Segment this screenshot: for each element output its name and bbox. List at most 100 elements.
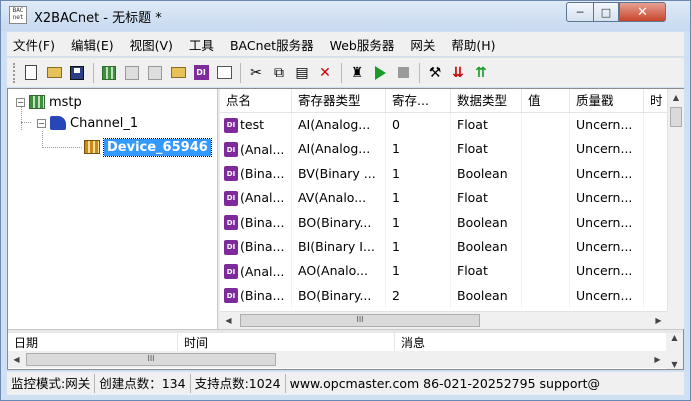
- delete-icon[interactable]: ✕: [314, 62, 336, 84]
- point-name-text: (Anal...: [240, 190, 285, 206]
- cell-value: [522, 210, 570, 235]
- toolbar-separator: [341, 62, 342, 83]
- column-header[interactable]: 寄存...: [386, 89, 451, 113]
- cell-register: 2: [386, 283, 451, 309]
- minimize-button[interactable]: ─: [566, 2, 593, 22]
- tools-icon[interactable]: ⚒: [424, 62, 446, 84]
- scroll-thumb[interactable]: III: [240, 314, 480, 327]
- table-row[interactable]: DI test AI(Analog... 0 Float Uncern...: [220, 113, 644, 138]
- table-row[interactable]: DI (Anal... AI(Analog... 1 Float Uncern...: [220, 137, 644, 162]
- stop-icon[interactable]: [392, 62, 414, 84]
- cell-point-name: DI (Anal...: [220, 137, 292, 162]
- device-icon: [84, 140, 100, 154]
- toolbar-grip[interactable]: [13, 62, 16, 83]
- device-tree[interactable]: − mstp − Channel_1 Device_65946: [8, 89, 217, 329]
- menu-view[interactable]: 视图(V): [122, 35, 181, 54]
- menu-bacnet-server[interactable]: BACnet服务器: [222, 35, 322, 54]
- monitor-icon[interactable]: ♜: [346, 62, 368, 84]
- menu-tools[interactable]: 工具: [181, 35, 222, 54]
- cell-register-type: BO(Binary...: [292, 283, 386, 309]
- window-title: X2BACnet - 无标题 *: [34, 11, 162, 26]
- collapse-icon[interactable]: −: [37, 118, 46, 128]
- tree-node-channel[interactable]: − Channel_1: [37, 113, 138, 133]
- log-pane[interactable]: 日期 时间 消息 ◀ III ▶ ▲ ▼: [8, 333, 683, 369]
- column-header[interactable]: 点名: [220, 89, 292, 113]
- scroll-right-icon[interactable]: ▶: [650, 312, 667, 329]
- menu-file[interactable]: 文件(F): [7, 35, 63, 54]
- cell-register: 1: [386, 259, 451, 284]
- cell-point-name: DI (Bina...: [220, 283, 292, 309]
- point-name-text: (Bina...: [240, 239, 285, 255]
- cell-register-type: AI(Analog...: [292, 137, 386, 162]
- point-name-text: (Bina...: [240, 214, 285, 230]
- cell-register-type: BI(Binary I...: [292, 234, 386, 260]
- toolbar-separator: [419, 62, 420, 83]
- point-name-text: test: [240, 117, 265, 133]
- tree-node-mstp[interactable]: − mstp: [16, 92, 82, 112]
- horizontal-scrollbar[interactable]: ◀ III ▶: [220, 311, 667, 329]
- column-header[interactable]: 质量戳: [570, 89, 644, 113]
- point-name-text: (Anal...: [240, 263, 285, 279]
- menu-gateway[interactable]: 网关: [402, 35, 443, 54]
- table-row[interactable]: DI (Anal... AV(Analo... 1 Float Uncern...: [220, 186, 644, 211]
- cell-value: [522, 161, 570, 187]
- column-header[interactable]: 寄存器类型: [292, 89, 386, 113]
- client-area: − mstp − Channel_1 Device_65946 点名 寄存器类型…: [7, 88, 684, 370]
- point-name-text: (Bina...: [240, 287, 285, 303]
- tree-node-device[interactable]: Device_65946: [84, 137, 212, 157]
- table-row[interactable]: DI (Bina... BO(Binary... 1 Boolean Uncern...: [220, 210, 644, 235]
- menu-help[interactable]: 帮助(H): [443, 35, 503, 54]
- load-icon[interactable]: ⇊: [447, 62, 469, 84]
- cell-quality: Uncern...: [570, 210, 644, 235]
- status-mode: 监控模式:网关: [7, 374, 96, 393]
- add-point-icon[interactable]: DI: [190, 62, 212, 84]
- cell-register-type: BO(Binary...: [292, 210, 386, 235]
- menu-web-server[interactable]: Web服务器: [322, 35, 403, 54]
- network-icon: [29, 95, 45, 109]
- points-list[interactable]: 点名 寄存器类型 寄存... 数据类型 值 质量戳 时 DI test AI(Ana…: [220, 89, 684, 329]
- scroll-right-icon[interactable]: ▶: [649, 351, 666, 368]
- add-group-icon[interactable]: [144, 62, 166, 84]
- cell-point-name: DI (Bina...: [220, 161, 292, 187]
- start-icon[interactable]: [369, 62, 391, 84]
- column-header[interactable]: 数据类型: [451, 89, 522, 113]
- cell-value: [522, 259, 570, 284]
- paste-icon[interactable]: ▤: [291, 62, 313, 84]
- column-header[interactable]: 时: [644, 89, 668, 113]
- status-supported-points: 支持点数:1024: [191, 374, 286, 393]
- add-tag-icon[interactable]: [167, 62, 189, 84]
- cut-icon[interactable]: ✂: [245, 62, 267, 84]
- up-icon[interactable]: ⇈: [470, 62, 492, 84]
- scroll-left-icon[interactable]: ◀: [220, 312, 237, 329]
- log-vertical-scrollbar[interactable]: ▲ ▼: [666, 333, 683, 369]
- scroll-thumb[interactable]: III: [26, 353, 276, 366]
- scroll-left-icon[interactable]: ◀: [8, 351, 25, 368]
- scroll-up-icon[interactable]: ▲: [668, 89, 684, 106]
- properties-icon[interactable]: [213, 62, 235, 84]
- add-device-icon[interactable]: [121, 62, 143, 84]
- table-row[interactable]: DI (Bina... BO(Binary... 2 Boolean Uncern...: [220, 283, 644, 309]
- open-folder-icon[interactable]: [43, 62, 65, 84]
- point-icon: DI: [224, 239, 238, 255]
- close-button[interactable]: ✕: [619, 2, 666, 22]
- collapse-icon[interactable]: −: [16, 97, 25, 107]
- scroll-down-icon[interactable]: ▼: [671, 360, 677, 369]
- table-row[interactable]: DI (Bina... BI(Binary I... 1 Boolean Uncern..…: [220, 234, 644, 260]
- column-header[interactable]: 值: [522, 89, 570, 113]
- maximize-button[interactable]: □: [593, 2, 619, 22]
- table-row[interactable]: DI (Anal... AO(Analo... 1 Float Uncern...: [220, 259, 644, 284]
- copy-icon[interactable]: ⧉: [268, 62, 290, 84]
- table-row[interactable]: DI (Bina... BV(Binary ... 1 Boolean Uncern...: [220, 161, 644, 187]
- add-channel-icon[interactable]: [98, 62, 120, 84]
- save-icon[interactable]: [66, 62, 88, 84]
- cell-quality: Uncern...: [570, 113, 644, 138]
- cell-data-type: Boolean: [451, 234, 522, 260]
- log-horizontal-scrollbar[interactable]: ◀ III ▶: [8, 351, 666, 368]
- scroll-up-icon[interactable]: ▲: [671, 333, 677, 342]
- scroll-thumb[interactable]: [670, 107, 682, 127]
- menu-edit[interactable]: 编辑(E): [63, 35, 122, 54]
- title-bar[interactable]: BAC net X2BACnet - 无标题 * ─ □ ✕: [1, 1, 690, 31]
- cell-register-type: AV(Analo...: [292, 186, 386, 211]
- vertical-scrollbar[interactable]: ▲: [667, 89, 684, 311]
- new-document-icon[interactable]: [20, 62, 42, 84]
